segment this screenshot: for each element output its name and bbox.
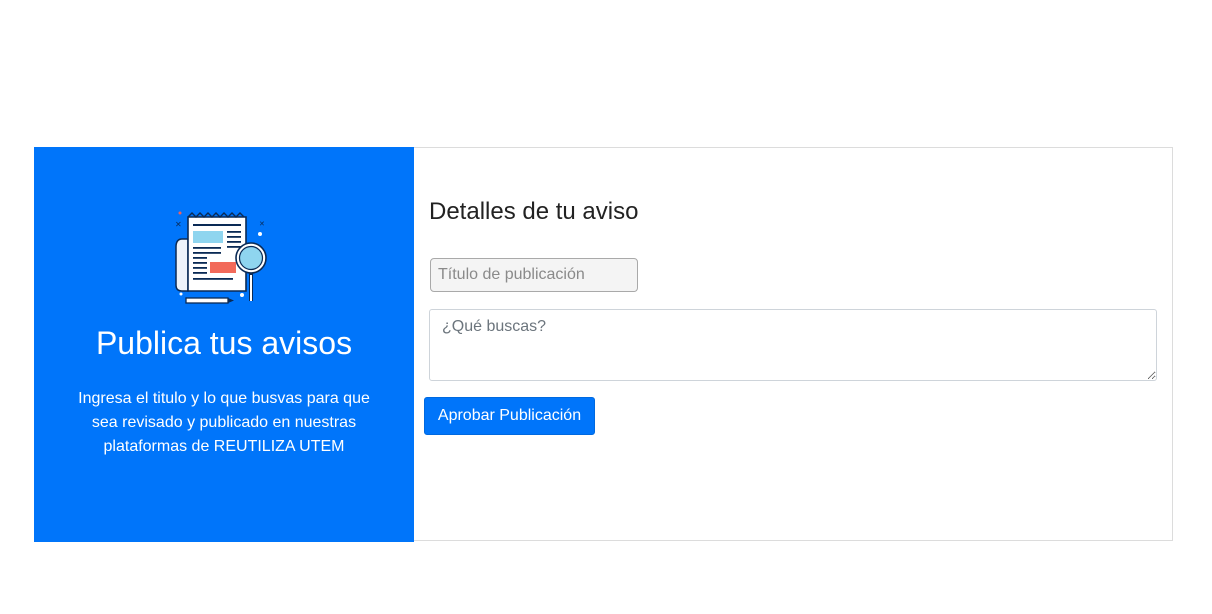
- form-heading: Detalles de tu aviso: [429, 198, 639, 225]
- publication-title-input[interactable]: [430, 258, 638, 292]
- hero-title: Publica tus avisos: [95, 325, 353, 361]
- svg-text:✕: ✕: [259, 220, 265, 228]
- what-you-seek-textarea[interactable]: [429, 309, 1157, 381]
- publish-card: ✕ ✕ Publica tus avisos Ingresa el titulo…: [34, 147, 1173, 542]
- form-panel: Detalles de tu aviso Aprobar Publicación: [414, 148, 1172, 540]
- newspaper-magnifier-icon: ✕ ✕: [175, 211, 267, 304]
- hero-panel: ✕ ✕ Publica tus avisos Ingresa el titulo…: [34, 147, 414, 542]
- svg-text:✕: ✕: [175, 220, 182, 229]
- hero-description: Ingresa el titulo y lo que busvas para q…: [78, 390, 370, 455]
- approve-publication-button[interactable]: Aprobar Publicación: [424, 397, 595, 435]
